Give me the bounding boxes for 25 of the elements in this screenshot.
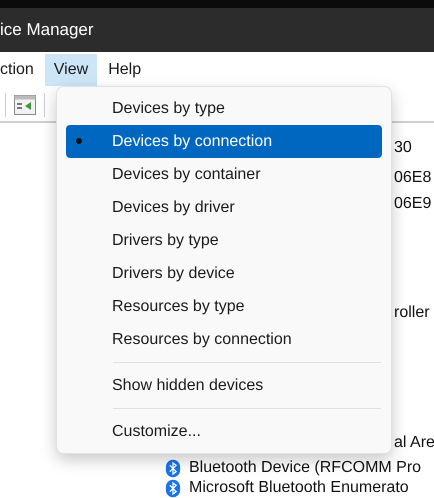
menu-option[interactable]: Drivers by type: [66, 224, 382, 257]
bluetooth-icon: [165, 458, 181, 478]
device-name: Microsoft Bluetooth Enumerato: [189, 479, 409, 497]
menu-option[interactable]: Resources by type: [66, 290, 382, 323]
menu-item[interactable]: ction: [0, 54, 43, 86]
menu-option[interactable]: Devices by connection: [66, 125, 382, 158]
menu-option[interactable]: Devices by type: [66, 92, 382, 125]
device-name: 06E9: [394, 195, 432, 213]
device-name: 06E8: [394, 169, 432, 187]
menu-option[interactable]: Drivers by device: [66, 257, 382, 290]
menu-option[interactable]: Resources by connection: [66, 323, 382, 356]
device-name: Bluetooth Device (RFCOMM Pro: [189, 459, 422, 477]
window-title: ice Manager: [0, 20, 94, 40]
menu-item[interactable]: Help: [99, 54, 150, 86]
bullet-icon: [76, 138, 82, 144]
device-name: roller: [394, 304, 430, 322]
menu-option[interactable]: Customize...: [66, 415, 382, 448]
device-name: al Are: [394, 434, 434, 452]
menu-item[interactable]: View: [44, 54, 98, 86]
window-icon[interactable]: [14, 94, 36, 114]
menu-option[interactable]: Devices by container: [66, 158, 382, 191]
bluetooth-icon: [165, 478, 181, 498]
menu-option[interactable]: Devices by driver: [66, 191, 382, 224]
menu-option[interactable]: Show hidden devices: [66, 369, 382, 402]
device-name: 30: [394, 139, 412, 157]
